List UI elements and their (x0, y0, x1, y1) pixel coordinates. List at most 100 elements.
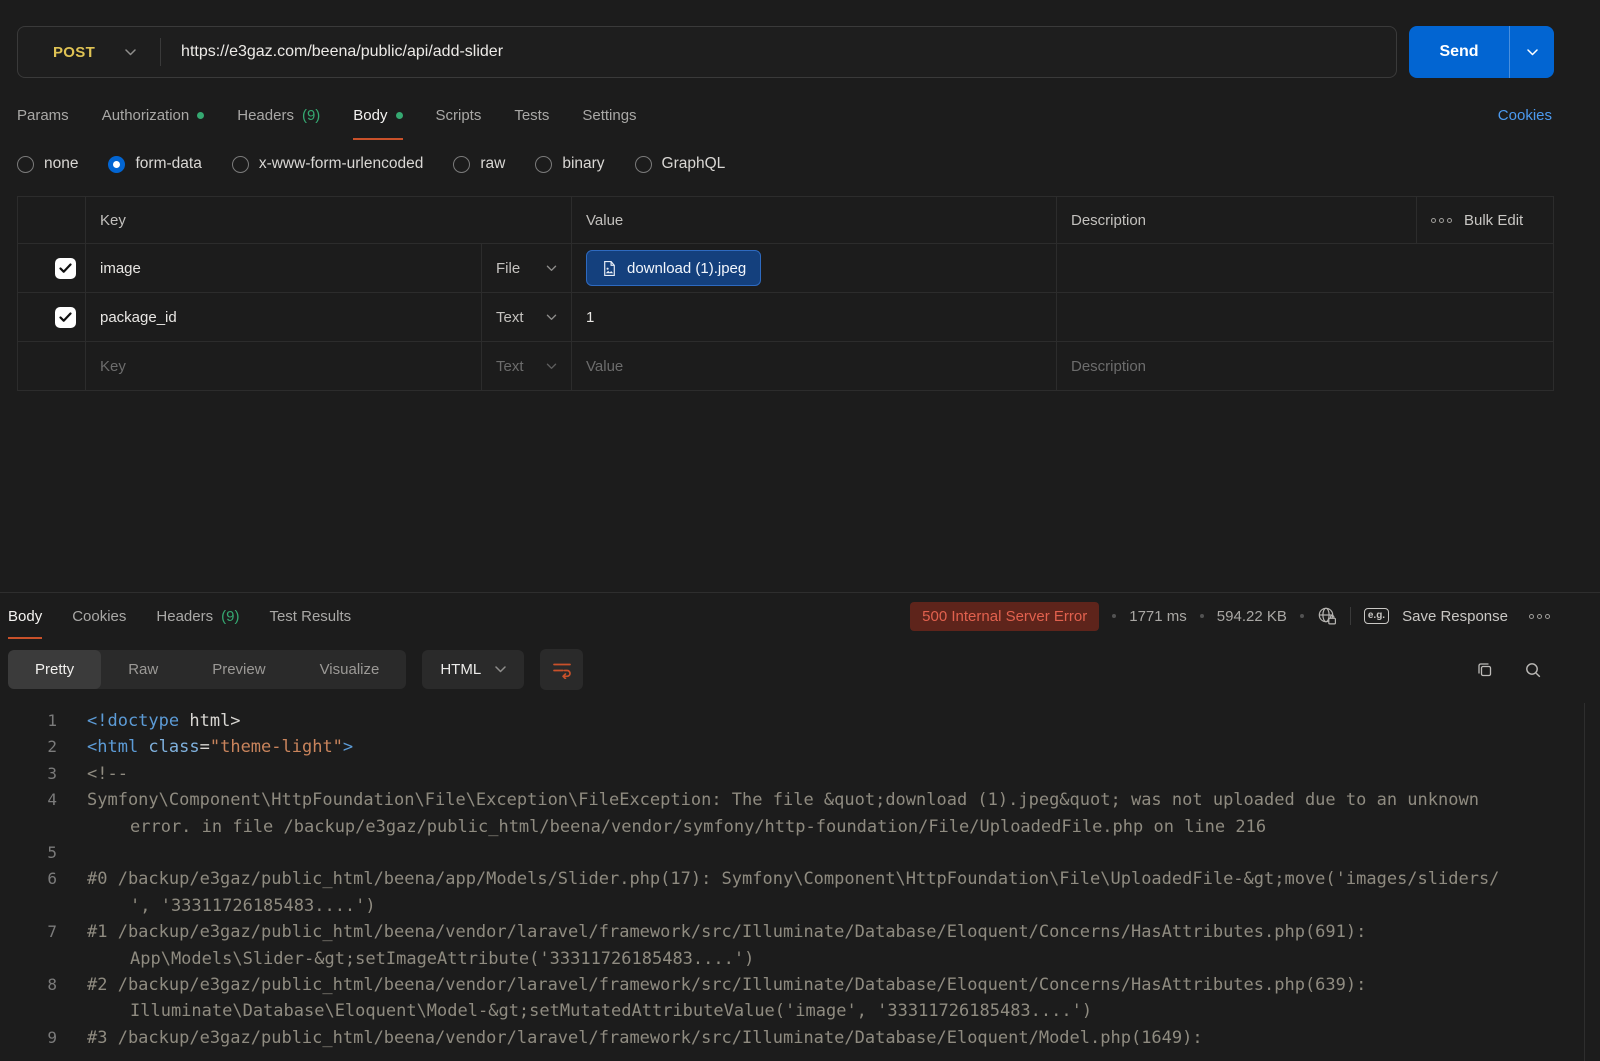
bulk-edit-button[interactable]: Bulk Edit (1416, 197, 1553, 243)
description-cell[interactable] (1056, 244, 1553, 292)
checkbox-checked[interactable] (55, 307, 76, 328)
tab-headers[interactable]: Headers(9) (237, 90, 320, 140)
code-text: <html class="theme-light"> (87, 734, 353, 760)
key-cell[interactable]: package_id (85, 293, 481, 341)
view-tab-raw[interactable]: Raw (101, 650, 185, 689)
radio-dot (232, 156, 249, 173)
key-header: Key (85, 197, 571, 243)
tab-settings[interactable]: Settings (582, 90, 636, 140)
radio-dot (108, 156, 125, 173)
line-number (0, 814, 57, 840)
tab-scripts[interactable]: Scripts (436, 90, 482, 140)
chevron-down-icon (547, 265, 557, 271)
description-cell[interactable] (1056, 293, 1553, 341)
response-meta: 500 Internal Server Error 1771 ms 594.22… (910, 593, 1550, 639)
response-body-code[interactable]: 1<!doctype html>2<html class="theme-ligh… (0, 700, 1600, 1051)
scrollbar[interactable] (1584, 703, 1585, 1061)
description-cell[interactable]: Description (1056, 342, 1553, 390)
example-icon: e.g. (1364, 608, 1389, 624)
checkbox-checked[interactable] (55, 258, 76, 279)
key-cell[interactable]: Key (85, 342, 481, 390)
tab-tests[interactable]: Tests (514, 90, 549, 140)
status-badge: 500 Internal Server Error (910, 602, 1099, 631)
wrap-text-button[interactable] (540, 649, 583, 690)
network-security-icon[interactable] (1317, 606, 1337, 626)
separator-dot (1112, 614, 1116, 618)
line-number: 2 (0, 734, 57, 760)
response-tab-headers[interactable]: Headers(9) (156, 593, 239, 639)
response-tab-body[interactable]: Body (8, 593, 42, 639)
radio-dot (535, 156, 552, 173)
tab-label: Params (17, 107, 69, 124)
format-label: HTML (440, 661, 481, 678)
radio-form-data[interactable]: form-data (108, 155, 201, 173)
value-cell[interactable]: download (1).jpeg (571, 244, 1056, 292)
tab-authorization[interactable]: Authorization (102, 90, 205, 140)
modified-dot (197, 112, 204, 119)
radio-graphql[interactable]: GraphQL (635, 155, 726, 173)
tab-params[interactable]: Params (17, 90, 69, 140)
url-input[interactable]: https://e3gaz.com/beena/public/api/add-s… (161, 43, 1396, 61)
tab-count: (9) (221, 608, 239, 625)
row-checkbox-cell (18, 293, 85, 341)
radio-label: none (44, 155, 78, 173)
view-tab-pretty[interactable]: Pretty (8, 650, 101, 689)
line-number: 7 (0, 919, 57, 945)
radio-raw[interactable]: raw (453, 155, 505, 173)
body-mode-radios: none form-data x-www-form-urlencoded raw bin… (0, 140, 1600, 188)
chevron-down-icon (1527, 49, 1538, 56)
line-number: 6 (0, 866, 57, 892)
type-select[interactable]: Text (481, 293, 571, 341)
copy-icon[interactable] (1476, 661, 1494, 679)
file-chip[interactable]: download (1).jpeg (586, 250, 761, 286)
tab-label: Settings (582, 107, 636, 124)
code-text: ', '33311726185483....') (87, 893, 376, 919)
type-select[interactable]: File (481, 244, 571, 292)
code-text: <!doctype html> (87, 708, 241, 734)
radio-x-www-form-urlencoded[interactable]: x-www-form-urlencoded (232, 155, 424, 173)
radio-label: GraphQL (662, 155, 726, 173)
more-options-icon (1431, 218, 1452, 223)
line-number: 5 (0, 840, 57, 866)
tab-label: Headers (237, 107, 294, 124)
tab-body[interactable]: Body (353, 90, 402, 140)
cookies-link[interactable]: Cookies (1498, 107, 1552, 124)
format-select[interactable]: HTML (422, 650, 524, 689)
type-select[interactable]: Text (481, 342, 571, 390)
code-text: #3 /backup/e3gaz/public_html/beena/vendo… (87, 1025, 1203, 1051)
key-cell[interactable]: image (85, 244, 481, 292)
postman-app: POST https://e3gaz.com/beena/public/api/… (0, 0, 1600, 1061)
radio-binary[interactable]: binary (535, 155, 604, 173)
method-label: POST (53, 44, 95, 61)
response-tab-cookies[interactable]: Cookies (72, 593, 126, 639)
method-select[interactable]: POST (18, 44, 160, 61)
code-text: App\Models\Slider-&gt;setImageAttribute(… (87, 946, 754, 972)
response-tab-test-results[interactable]: Test Results (269, 593, 351, 639)
request-bar: POST https://e3gaz.com/beena/public/api/… (17, 26, 1554, 78)
search-icon[interactable] (1524, 661, 1542, 679)
send-button[interactable]: Send (1409, 26, 1509, 78)
radio-label: form-data (135, 155, 201, 173)
more-options-icon[interactable] (1529, 614, 1550, 619)
request-tabs: Params Authorization Headers(9) Body Scripts… (17, 90, 637, 140)
code-line: 4Symfony\Component\HttpFoundation\File\E… (0, 787, 1600, 813)
value-cell[interactable]: 1 (571, 293, 1056, 341)
view-tab-visualize[interactable]: Visualize (293, 650, 407, 689)
line-number: 4 (0, 787, 57, 813)
file-image-icon (601, 260, 618, 277)
radio-dot (17, 156, 34, 173)
view-tab-preview[interactable]: Preview (185, 650, 292, 689)
radio-none[interactable]: none (17, 155, 78, 173)
line-number (0, 998, 57, 1024)
value-cell[interactable]: Value (571, 342, 1056, 390)
tab-label: Body (353, 107, 387, 124)
save-response-button[interactable]: Save Response (1402, 608, 1508, 625)
chevron-down-icon (547, 314, 557, 320)
form-data-table: Key Value Description Bulk Edit image Fil… (17, 196, 1554, 391)
radio-label: binary (562, 155, 604, 173)
separator-dot (1300, 614, 1304, 618)
type-label: File (496, 260, 520, 277)
code-text: Illuminate\Database\Eloquent\Model-&gt;s… (87, 998, 1092, 1024)
send-options-button[interactable] (1509, 26, 1554, 78)
value-header: Value (571, 197, 1056, 243)
